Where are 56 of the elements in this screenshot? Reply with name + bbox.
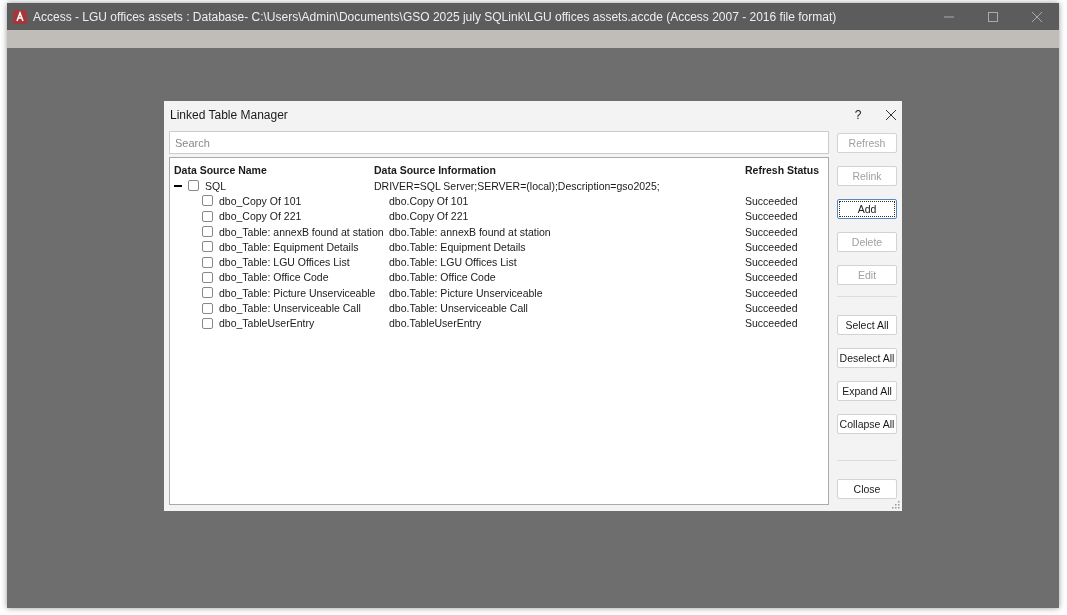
table-name: dbo_Table: Equipment Details bbox=[219, 240, 359, 253]
column-header: Data Source Information bbox=[374, 163, 497, 176]
table-info: dbo.Table: Unserviceable Call bbox=[389, 302, 528, 314]
table-name: dbo_Table: LGU Offices List bbox=[219, 256, 350, 269]
table-info: dbo.Table: Office Code bbox=[389, 271, 496, 284]
table-info: dbo.TableUserEntry bbox=[389, 317, 482, 330]
table-name: dbo_Copy Of 221 bbox=[219, 210, 302, 223]
refresh-status: Succeeded bbox=[745, 271, 798, 284]
checkbox[interactable] bbox=[202, 256, 213, 268]
table-name: dbo_TableUserEntry bbox=[219, 317, 315, 330]
checkbox[interactable] bbox=[202, 241, 213, 253]
table-info: dbo.Table: LGU Offices List bbox=[389, 256, 517, 269]
data-source-name: SQL bbox=[205, 179, 226, 192]
refresh-status: Succeeded bbox=[745, 225, 798, 238]
checkbox[interactable] bbox=[202, 271, 213, 283]
refresh-status: Succeeded bbox=[745, 317, 798, 330]
checkbox[interactable] bbox=[202, 210, 213, 222]
table-info: dbo.Table: Picture Unserviceable bbox=[389, 286, 543, 299]
dialog-button[interactable]: Add bbox=[837, 199, 897, 219]
refresh-status: Succeeded bbox=[745, 286, 798, 299]
maximize-icon[interactable] bbox=[988, 11, 998, 22]
refresh-status: Succeeded bbox=[745, 194, 798, 207]
refresh-status: Succeeded bbox=[745, 302, 798, 314]
table-info: dbo.Table: Equipment Details bbox=[389, 240, 526, 253]
checkbox[interactable] bbox=[202, 317, 213, 329]
table-name: dbo_Table: Picture Unserviceable bbox=[219, 286, 376, 299]
table-info: dbo.Copy Of 101 bbox=[389, 194, 469, 207]
checkbox[interactable] bbox=[202, 287, 213, 299]
checkbox[interactable] bbox=[202, 195, 213, 207]
table-info: dbo.Copy Of 221 bbox=[389, 210, 469, 223]
refresh-status: Succeeded bbox=[745, 256, 798, 269]
app-logo-icon bbox=[13, 9, 27, 24]
table-name: dbo_Table: annexB found at station bbox=[219, 225, 384, 238]
help-button[interactable]: ? bbox=[848, 108, 868, 122]
refresh-status: Succeeded bbox=[745, 210, 798, 223]
table-name: dbo_Table: Unserviceable Call bbox=[219, 302, 361, 314]
checkbox[interactable] bbox=[202, 226, 213, 238]
checkbox[interactable] bbox=[202, 302, 213, 314]
dialog-title: Linked Table Manager bbox=[170, 108, 289, 122]
table-name: dbo_Table: Office Code bbox=[219, 271, 329, 284]
dialog-button[interactable]: Select All bbox=[837, 315, 897, 335]
dialog-button[interactable]: Expand All bbox=[837, 381, 897, 401]
window-title: Access - LGU offices assets : Database- C:\Users\Admin\Documents\GSO 2025 july SQLink\LGU offices assets.accde (Access 2007 - 2016 file format) bbox=[33, 9, 838, 24]
dialog-button[interactable]: Close bbox=[837, 479, 897, 499]
dialog-button[interactable]: Collapse All bbox=[837, 414, 897, 434]
search-field[interactable]: Search bbox=[169, 131, 829, 154]
dialog-button[interactable]: Deselect All bbox=[837, 348, 897, 368]
table-name: dbo_Copy Of 101 bbox=[219, 194, 302, 207]
close-icon[interactable] bbox=[886, 110, 896, 120]
checkbox[interactable] bbox=[188, 180, 199, 192]
data-source-info: DRIVER=SQL Server;SERVER=(local);Description=gso2025; bbox=[374, 179, 660, 192]
refresh-status: Succeeded bbox=[745, 240, 798, 253]
column-header: Data Source Name bbox=[174, 163, 268, 176]
column-header: Refresh Status bbox=[745, 163, 821, 176]
table-info: dbo.Table: annexB found at station bbox=[389, 225, 551, 238]
resize-grip-icon[interactable] bbox=[892, 501, 900, 509]
